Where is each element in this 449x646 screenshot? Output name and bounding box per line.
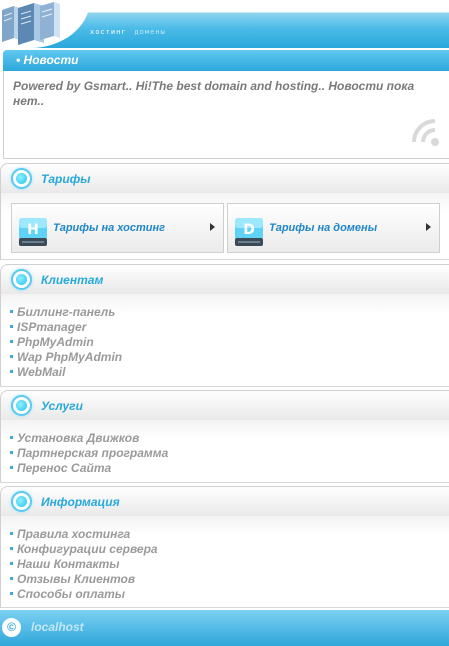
list-item: WebMail [10,365,122,380]
domain-icon-letter: D [243,222,255,238]
list-item: Наши Контакты [10,557,158,572]
list-item: Перенос Сайта [10,461,168,476]
webmail-link[interactable]: WebMail [17,365,65,379]
news-box: Powered by Gsmart.. Hi!The best domain a… [3,71,449,159]
partner-program-link[interactable]: Партнерская программа [17,446,168,460]
footer-site-name[interactable]: localhost [31,620,84,634]
list-item: ISPmanager [10,320,122,335]
nav-hosting-link[interactable]: хостинг [90,28,127,36]
section-body-services: Установка Движков Партнерская программа … [0,420,449,483]
bullet-dot-icon [10,450,13,454]
hosting-icon-letter: H [27,222,39,238]
list-item: PhpMyAdmin [10,335,122,350]
section-body-clients: Биллинг-панель ISPmanager PhpMyAdmin Wap… [0,294,449,387]
list-item: Wap PhpMyAdmin [10,350,122,365]
bullet-dot-icon [10,531,13,535]
section-header-clients: Клиентам [0,264,449,294]
bullet-dot-icon [10,435,13,439]
section-title-tariffs: Тарифы [41,172,91,186]
section-bullet-icon [11,269,32,290]
ispmanager-link[interactable]: ISPmanager [17,320,86,334]
nav-domains-link[interactable]: домены [134,28,165,36]
site-header: хостинг домены [0,0,449,48]
bullet-dot-icon [10,369,13,373]
top-nav: хостинг домены [90,28,171,36]
bullet-dot-icon [10,465,13,469]
list-item: Биллинг-панель [10,305,122,320]
servers-logo-icon[interactable] [0,0,62,46]
billing-panel-link[interactable]: Биллинг-панель [17,305,115,319]
domain-tariffs-button[interactable]: D Тарифы на домены [227,203,440,253]
hosting-tariffs-button[interactable]: H Тарифы на хостинг [11,203,224,253]
section-header-info: Информация [0,486,449,516]
list-item: Конфигурации сервера [10,542,158,557]
contacts-link[interactable]: Наши Контакты [17,557,120,571]
server-config-link[interactable]: Конфигурации сервера [17,542,158,556]
list-item: Установка Движков [10,431,168,446]
hosting-tariffs-label: Тарифы на хостинг [53,222,165,234]
section-title-services: Услуги [41,399,83,413]
bullet-dot-icon [10,546,13,550]
copyright-icon: © [2,618,21,637]
list-item: Отзывы Клиентов [10,572,158,587]
section-bullet-icon [11,168,32,189]
news-header-bar: • Новости [3,50,449,71]
section-bullet-icon [11,395,32,416]
list-item: Правила хостинга [10,527,158,542]
install-engines-link[interactable]: Установка Движков [17,431,139,445]
services-link-list: Установка Движков Партнерская программа … [10,431,168,476]
list-item: Партнерская программа [10,446,168,461]
wap-phpmyadmin-link[interactable]: Wap PhpMyAdmin [17,350,122,364]
phpmyadmin-link[interactable]: PhpMyAdmin [17,335,94,349]
site-transfer-link[interactable]: Перенос Сайта [17,461,111,475]
bullet-dot-icon [10,576,13,580]
hosting-drive-icon: H [19,218,47,246]
section-bullet-icon [11,491,32,512]
rss-icon[interactable] [409,116,443,150]
news-text: Powered by Gsmart.. Hi!The best domain a… [13,79,415,108]
site-footer: © localhost [0,610,449,646]
chevron-right-icon [426,223,431,231]
bullet-dot-icon [10,591,13,595]
copyright-symbol: © [7,620,16,634]
client-reviews-link[interactable]: Отзывы Клиентов [17,572,135,586]
section-body-info: Правила хостинга Конфигурации сервера На… [0,516,449,608]
section-header-tariffs: Тарифы [0,163,449,193]
section-title-clients: Клиентам [41,273,104,287]
bullet-dot-icon [10,339,13,343]
hosting-rules-link[interactable]: Правила хостинга [17,527,130,541]
list-item: Способы оплаты [10,587,158,602]
news-title: • Новости [16,53,79,67]
info-link-list: Правила хостинга Конфигурации сервера На… [10,527,158,602]
section-title-info: Информация [41,495,120,509]
chevron-right-icon [210,223,215,231]
bullet-dot-icon [10,354,13,358]
section-header-services: Услуги [0,390,449,420]
domain-tariffs-label: Тарифы на домены [269,222,378,234]
domain-drive-icon: D [235,218,263,246]
payment-methods-link[interactable]: Способы оплаты [17,587,125,601]
clients-link-list: Биллинг-панель ISPmanager PhpMyAdmin Wap… [10,305,122,380]
bullet-dot-icon [10,561,13,565]
bullet-dot-icon [10,324,13,328]
bullet-dot-icon [10,309,13,313]
